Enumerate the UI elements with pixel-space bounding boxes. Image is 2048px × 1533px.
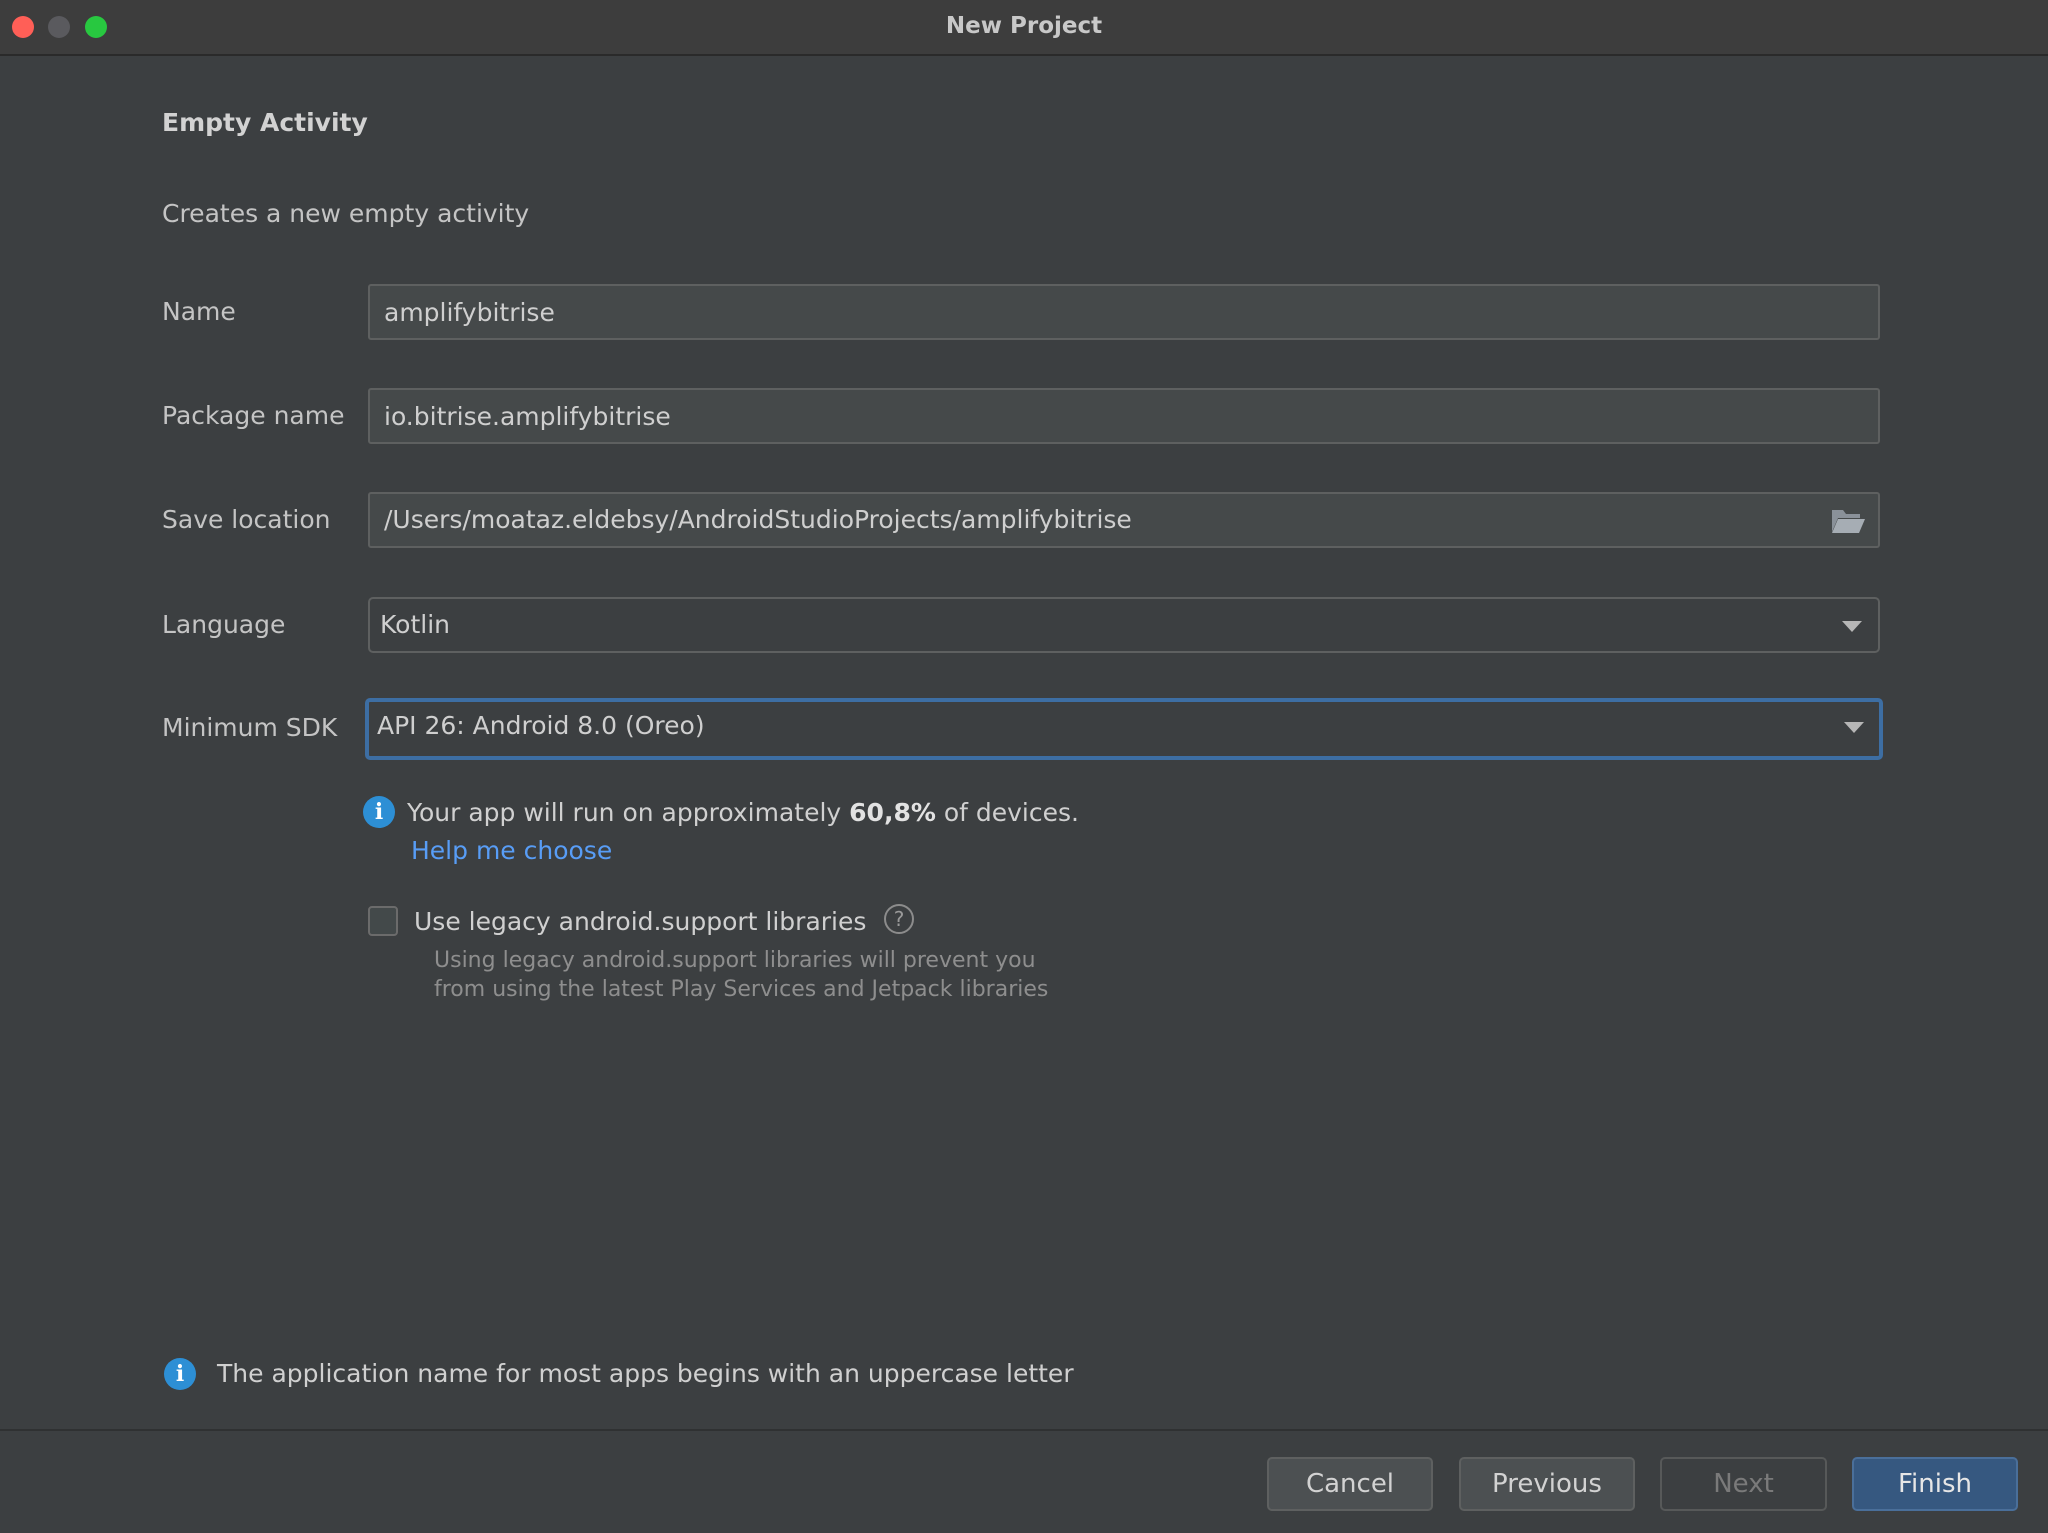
- legacy-support-checkbox[interactable]: [368, 906, 398, 936]
- save-location-label: Save location: [162, 505, 331, 534]
- footer-divider: [0, 1429, 2048, 1431]
- language-select[interactable]: Kotlin: [368, 597, 1880, 653]
- legacy-hint-line1: Using legacy android.support libraries w…: [434, 948, 1036, 973]
- validation-message: The application name for most apps begin…: [217, 1359, 1074, 1388]
- new-project-window: New Project Empty Activity Creates a new…: [0, 0, 2048, 1533]
- finish-button[interactable]: Finish: [1852, 1457, 2018, 1511]
- minimum-sdk-value: API 26: Android 8.0 (Oreo): [377, 711, 705, 740]
- cancel-button[interactable]: Cancel: [1267, 1457, 1433, 1511]
- device-coverage-suffix: of devices.: [935, 798, 1079, 827]
- device-coverage-percentage: 60,8%: [849, 798, 936, 827]
- info-icon: i: [363, 796, 395, 828]
- chevron-down-icon: [1844, 722, 1864, 733]
- page-title: Empty Activity: [162, 108, 368, 137]
- title-bar: New Project: [0, 0, 2048, 56]
- next-button[interactable]: Next: [1660, 1457, 1827, 1511]
- save-location-field[interactable]: /Users/moataz.eldebsy/AndroidStudioProje…: [368, 492, 1880, 548]
- device-coverage-text: Your app will run on approximately 60,8%…: [407, 798, 1079, 827]
- page-description: Creates a new empty activity: [162, 199, 530, 228]
- name-label: Name: [162, 297, 236, 326]
- package-name-label: Package name: [162, 401, 345, 430]
- name-input[interactable]: [368, 284, 1880, 340]
- question-mark-icon[interactable]: ?: [884, 904, 914, 934]
- previous-button[interactable]: Previous: [1459, 1457, 1635, 1511]
- save-location-value: /Users/moataz.eldebsy/AndroidStudioProje…: [384, 505, 1132, 534]
- device-coverage-prefix: Your app will run on approximately: [407, 798, 850, 827]
- minimum-sdk-label: Minimum SDK: [162, 713, 338, 742]
- language-value: Kotlin: [380, 610, 450, 639]
- folder-open-icon[interactable]: [1830, 506, 1866, 534]
- help-me-choose-link[interactable]: Help me choose: [411, 836, 612, 865]
- window-title: New Project: [945, 13, 1103, 39]
- info-icon: i: [164, 1358, 196, 1390]
- minimum-sdk-select[interactable]: API 26: Android 8.0 (Oreo): [365, 698, 1883, 760]
- language-label: Language: [162, 610, 286, 639]
- legacy-hint-line2: from using the latest Play Services and …: [434, 977, 1049, 1002]
- package-name-input[interactable]: [368, 388, 1880, 444]
- legacy-support-label[interactable]: Use legacy android.support libraries: [414, 906, 866, 938]
- chevron-down-icon: [1842, 621, 1862, 632]
